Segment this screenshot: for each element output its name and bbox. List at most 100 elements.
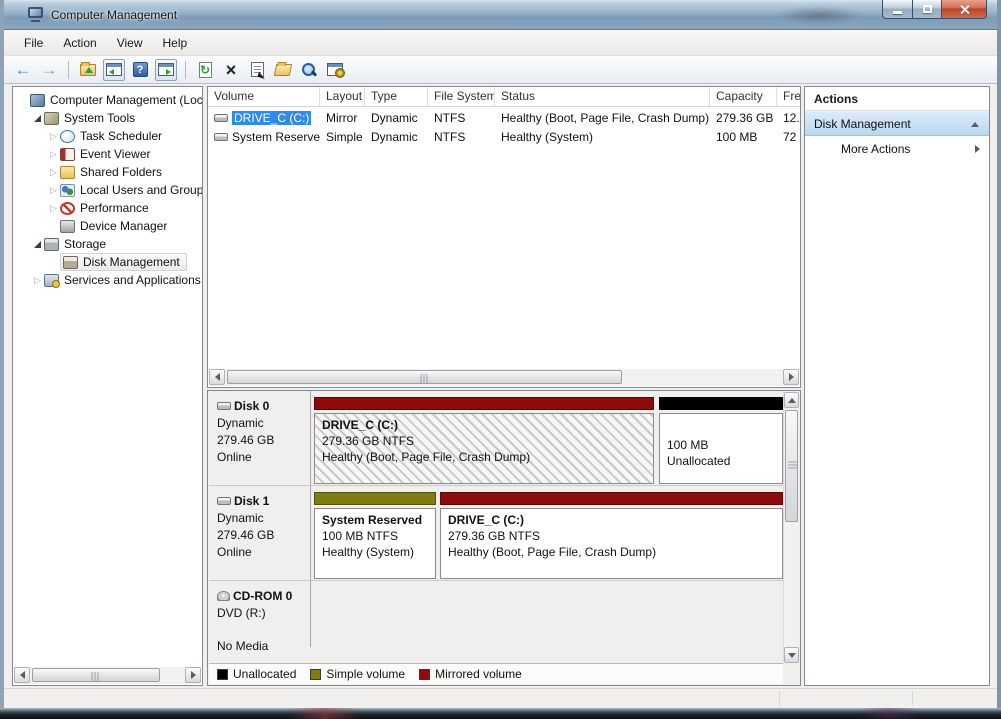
- tree-item-event-viewer[interactable]: Event Viewer: [13, 145, 202, 163]
- scroll-up-icon: [788, 398, 796, 403]
- partition-system-reserved-disk1[interactable]: System Reserved 100 MB NTFS Healthy (Sys…: [314, 492, 436, 580]
- menu-file[interactable]: File: [14, 32, 53, 54]
- column-header-type[interactable]: Type: [365, 87, 428, 106]
- tree-item-disk-management[interactable]: Disk Management: [13, 253, 202, 271]
- disk-view-vertical-scrollbar[interactable]: [783, 392, 799, 663]
- tree-item-performance[interactable]: Performance: [13, 199, 202, 217]
- expand-arrow-icon[interactable]: [47, 203, 60, 214]
- help-icon: ?: [133, 62, 148, 77]
- expand-arrow-icon[interactable]: [47, 149, 60, 160]
- computer-management-window: Computer Management File Action View Hel…: [0, 0, 1001, 708]
- volume-list-header: Volume Layout Type File System Status Ca…: [208, 87, 801, 107]
- computer-icon: [30, 94, 45, 107]
- column-header-free[interactable]: Free: [777, 87, 801, 106]
- legend-mirrored-volume: Mirrored volume: [419, 667, 522, 681]
- tree-item-task-scheduler[interactable]: Task Scheduler: [13, 127, 202, 145]
- refresh-button[interactable]: ↻: [194, 59, 216, 81]
- shared-folders-icon: [60, 166, 75, 179]
- scroll-down-button[interactable]: [784, 647, 799, 663]
- scroll-down-icon: [788, 653, 796, 658]
- console-options-button[interactable]: [324, 59, 346, 81]
- disk-management-icon: [63, 256, 78, 269]
- partition-body[interactable]: DRIVE_C (C:) 279.36 GB NTFS Healthy (Boo…: [440, 508, 783, 579]
- collapse-arrow-icon[interactable]: [31, 115, 44, 122]
- scroll-right-button[interactable]: [783, 369, 799, 385]
- scroll-right-icon: [789, 373, 794, 381]
- tree-horizontal-scrollbar[interactable]: [14, 667, 201, 684]
- disk-1-label[interactable]: Disk 1 Dynamic 279.46 GB Online: [209, 486, 311, 580]
- tree-item-device-manager[interactable]: Device Manager: [13, 217, 202, 235]
- volume-row-drive-c[interactable]: DRIVE_C (C:) Mirror Dynamic NTFS Healthy…: [208, 107, 801, 126]
- volume-list-horizontal-scrollbar[interactable]: [209, 369, 799, 386]
- actions-group-disk-management[interactable]: Disk Management: [805, 111, 989, 136]
- scroll-left-button[interactable]: [14, 667, 30, 683]
- volume-row-system-reserved[interactable]: System Reserved Simple Dynamic NTFS Heal…: [208, 126, 801, 145]
- scroll-left-icon: [20, 671, 25, 679]
- up-level-button[interactable]: [77, 59, 99, 81]
- window-gear-icon: [327, 63, 343, 76]
- tree-item-shared-folders[interactable]: Shared Folders: [13, 163, 202, 181]
- partition-body[interactable]: System Reserved 100 MB NTFS Healthy (Sys…: [314, 508, 436, 579]
- menu-action[interactable]: Action: [53, 32, 106, 54]
- forward-button[interactable]: →: [38, 59, 60, 81]
- tree-item-computer-management[interactable]: Computer Management (Local: [13, 91, 202, 109]
- column-header-capacity[interactable]: Capacity: [710, 87, 777, 106]
- titlebar[interactable]: Computer Management: [4, 0, 997, 30]
- column-header-status[interactable]: Status: [495, 87, 710, 106]
- open-folder-icon: [274, 64, 293, 76]
- disk-0-label[interactable]: Disk 0 Dynamic 279.46 GB Online: [209, 391, 311, 485]
- properties-button[interactable]: [246, 59, 268, 81]
- more-actions-item[interactable]: More Actions: [805, 136, 989, 162]
- menu-bar: File Action View Help: [4, 30, 997, 56]
- scroll-left-button[interactable]: [209, 369, 225, 385]
- partition-drive-c-disk1[interactable]: DRIVE_C (C:) 279.36 GB NTFS Healthy (Boo…: [440, 492, 783, 580]
- show-action-pane-button[interactable]: [155, 59, 177, 81]
- search-button[interactable]: [298, 59, 320, 81]
- mirrored-volume-bar: [314, 397, 654, 410]
- partition-body-selected[interactable]: DRIVE_C (C:) 279.36 GB NTFS Healthy (Boo…: [314, 413, 654, 484]
- main-content: Computer Management (Local System Tools …: [4, 84, 997, 688]
- delete-button[interactable]: ×: [220, 59, 242, 81]
- tree-item-local-users-and-groups[interactable]: Local Users and Groups: [13, 181, 202, 199]
- scroll-right-button[interactable]: [185, 667, 201, 683]
- collapse-arrow-icon[interactable]: [31, 241, 44, 248]
- close-button[interactable]: [941, 0, 987, 19]
- volume-list-panel: Volume Layout Type File System Status Ca…: [207, 86, 801, 388]
- column-header-file-system[interactable]: File System: [428, 87, 495, 106]
- scroll-up-button[interactable]: [784, 392, 799, 408]
- show-console-tree-button[interactable]: [103, 59, 125, 81]
- scrollbar-thumb[interactable]: [785, 410, 798, 522]
- simple-volume-bar: [314, 492, 436, 505]
- partition-drive-c-disk0[interactable]: DRIVE_C (C:) 279.36 GB NTFS Healthy (Boo…: [314, 397, 654, 485]
- disk-1-row: Disk 1 Dynamic 279.46 GB Online System R…: [209, 486, 783, 581]
- collapse-group-icon[interactable]: [971, 122, 979, 127]
- cdrom-0-label[interactable]: CD-ROM 0 DVD (R:) No Media: [209, 581, 311, 647]
- partition-body[interactable]: 100 MB Unallocated: [659, 413, 783, 484]
- expand-arrow-icon[interactable]: [47, 167, 60, 178]
- scroll-left-icon: [215, 373, 220, 381]
- tree-item-services-and-applications[interactable]: Services and Applications: [13, 271, 202, 289]
- scrollbar-thumb[interactable]: [32, 668, 160, 682]
- tree-item-storage[interactable]: Storage: [13, 235, 202, 253]
- scrollbar-thumb[interactable]: [227, 370, 622, 384]
- minimize-button[interactable]: [882, 0, 912, 19]
- toolbar-separator: [68, 61, 69, 79]
- expand-arrow-icon[interactable]: [31, 275, 44, 286]
- expand-arrow-icon[interactable]: [47, 131, 60, 142]
- expand-arrow-icon[interactable]: [47, 185, 60, 196]
- help-button[interactable]: ?: [129, 59, 151, 81]
- column-header-layout[interactable]: Layout: [320, 87, 365, 106]
- tree-item-system-tools[interactable]: System Tools: [13, 109, 202, 127]
- column-header-volume[interactable]: Volume: [208, 87, 320, 106]
- open-button[interactable]: [272, 59, 294, 81]
- back-button[interactable]: ←: [12, 59, 34, 81]
- event-viewer-icon: [60, 148, 75, 161]
- maximize-button[interactable]: [912, 0, 941, 19]
- console-tree-panel: Computer Management (Local System Tools …: [12, 86, 203, 686]
- folder-up-icon: [80, 64, 96, 76]
- task-scheduler-icon: [60, 130, 75, 143]
- partition-unallocated-disk0[interactable]: 100 MB Unallocated: [659, 397, 783, 485]
- menu-help[interactable]: Help: [153, 32, 198, 54]
- mirrored-volume-swatch: [419, 669, 430, 680]
- menu-view[interactable]: View: [107, 32, 153, 54]
